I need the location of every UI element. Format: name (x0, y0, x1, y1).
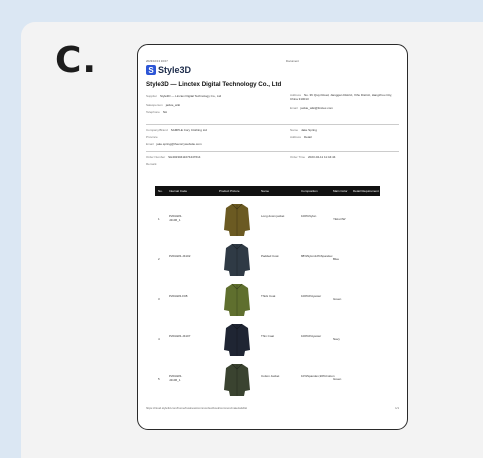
row-number: 2 (158, 257, 160, 261)
internal-code: P2DAW4-J4107 (169, 334, 191, 338)
row-number: 5 (158, 377, 160, 381)
product-picture (224, 283, 250, 316)
contact-email-field: Email jake.spring@thecorrywebsite.com (146, 142, 202, 146)
composition: 88%Nylon12%Spandex (301, 254, 333, 258)
supplier-field: Supplier Style3D — Linctex Digital Techno… (146, 94, 222, 98)
product-picture (224, 323, 250, 356)
table-row: 3 P2DAW4-F08 Thick Coat 100%Polyester Green (155, 278, 380, 320)
col-detail-requirement: Detail Requirement (353, 189, 379, 193)
divider (146, 124, 399, 125)
email-field: Email jackie_wiki@linctex.com (290, 106, 333, 110)
internal-code: P2DAW4-J4102 (169, 254, 191, 258)
product-name: Cotton Jacket (261, 374, 280, 378)
main-color: Green (333, 377, 342, 381)
col-main-color: Main Color (333, 189, 348, 193)
remark-field: Remark (146, 162, 157, 166)
footer-url[interactable]: https://cloud.style3d.com/home/business/… (146, 406, 247, 410)
product-name: Long down jacket (261, 214, 285, 218)
header-date: 2023/10/13 16:07 (146, 59, 168, 63)
address-detail-field: Address Detail (290, 135, 312, 139)
table-row: 5 P2DAW4-J4106_1 Cotton Jacket 10%Spandex,9… (155, 358, 380, 400)
composition: 10%Spandex,90%Cotton (301, 374, 335, 378)
main-color: YELLOW (333, 217, 346, 221)
divider (146, 151, 399, 152)
address-field: Address No. 36 Qiuyi Road, Jianggan Distr… (290, 93, 392, 101)
table-row: 1 P2DAW4-J4106_1 Long down jacket 100%Nylon… (155, 198, 380, 240)
brand-logo: S Style3D (146, 65, 191, 75)
row-number: 3 (158, 297, 160, 301)
product-picture (224, 363, 250, 396)
row-number: 1 (158, 217, 160, 221)
order-time-field: Order Time 2023-04-11 11:44:44 (290, 155, 336, 159)
internal-code: P2DAW4-F08 (169, 294, 188, 298)
province-field: Province (146, 135, 158, 139)
product-picture (224, 203, 250, 236)
company-title: Style3D — Linctex Digital Technology Co.… (146, 81, 282, 88)
style3d-logo-icon: S (146, 65, 156, 75)
product-table-header: No. Internal Code Product Picture Name C… (155, 186, 380, 196)
col-composition: Composition (301, 189, 318, 193)
product-picture (224, 243, 250, 276)
telephone-field: Telephone NA (146, 110, 168, 114)
order-document: 2023/10/13 16:07 Document S Style3D Styl… (137, 44, 408, 430)
name-field: Name Jake Spring (290, 128, 317, 132)
page-footer: https://cloud.style3d.com/home/business/… (146, 406, 399, 410)
section-letter: C. (55, 40, 98, 81)
table-row: 2 P2DAW4-J4102 Padded Coat 88%Nylon12%Spand… (155, 238, 380, 280)
company-brand-field: Company/Brand SAMPLE Cory Clothing Ltd (146, 128, 207, 132)
internal-code: P2DAW4-J4106_1 (169, 374, 183, 382)
order-number-field: Order Number SH40230411074447614 (146, 155, 201, 159)
col-product-picture: Product Picture (219, 189, 240, 193)
col-name: Name (261, 189, 270, 193)
table-row: 4 P2DAW4-J4107 Thin Coat 100%Polyester Navy (155, 318, 380, 360)
composition: 100%Polyester (301, 294, 322, 298)
internal-code: P2DAW4-J4106_1 (169, 214, 183, 222)
main-color: Navy (333, 337, 340, 341)
main-color: Blue (333, 257, 340, 261)
product-name: Thick Coat (261, 294, 276, 298)
main-color: Green (333, 297, 342, 301)
page-number: 1/1 (395, 406, 399, 410)
product-name: Thin Coat (261, 334, 275, 338)
row-number: 4 (158, 337, 160, 341)
logo-text: Style3D (158, 65, 192, 75)
col-no: No. (158, 189, 163, 193)
salesperson-field: Salesperson jackie_wiki (146, 103, 181, 107)
header-title: Document (286, 59, 299, 63)
composition: 100%Polyester (301, 334, 322, 338)
product-name: Padded Coat (261, 254, 279, 258)
composition: 100%Nylon (301, 214, 317, 218)
col-internal-code: Internal Code (169, 189, 188, 193)
